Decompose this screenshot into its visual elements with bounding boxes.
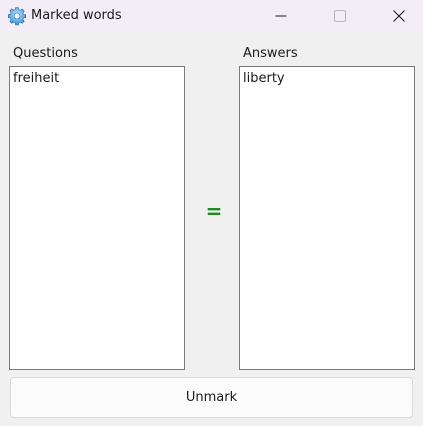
minimize-button[interactable] [258,0,304,32]
questions-label: Questions [13,46,78,61]
equals-sign: = [205,199,223,223]
marked-words-window: Marked words Questions freiheit = Answer… [0,0,423,426]
answers-list[interactable]: liberty [239,66,415,370]
window-title: Marked words [31,8,122,23]
minimize-icon [275,15,287,17]
unmark-button[interactable]: Unmark [10,377,413,418]
gear-icon [8,7,26,26]
questions-list[interactable]: freiheit [9,66,185,370]
close-icon [393,10,405,22]
maximize-icon [334,10,346,22]
list-item-question[interactable]: freiheit [10,67,184,88]
close-button[interactable] [376,0,422,32]
maximize-button[interactable] [317,0,363,32]
title-bar[interactable]: Marked words [0,0,423,32]
answers-label: Answers [243,46,298,61]
list-item-answer[interactable]: liberty [240,67,414,88]
